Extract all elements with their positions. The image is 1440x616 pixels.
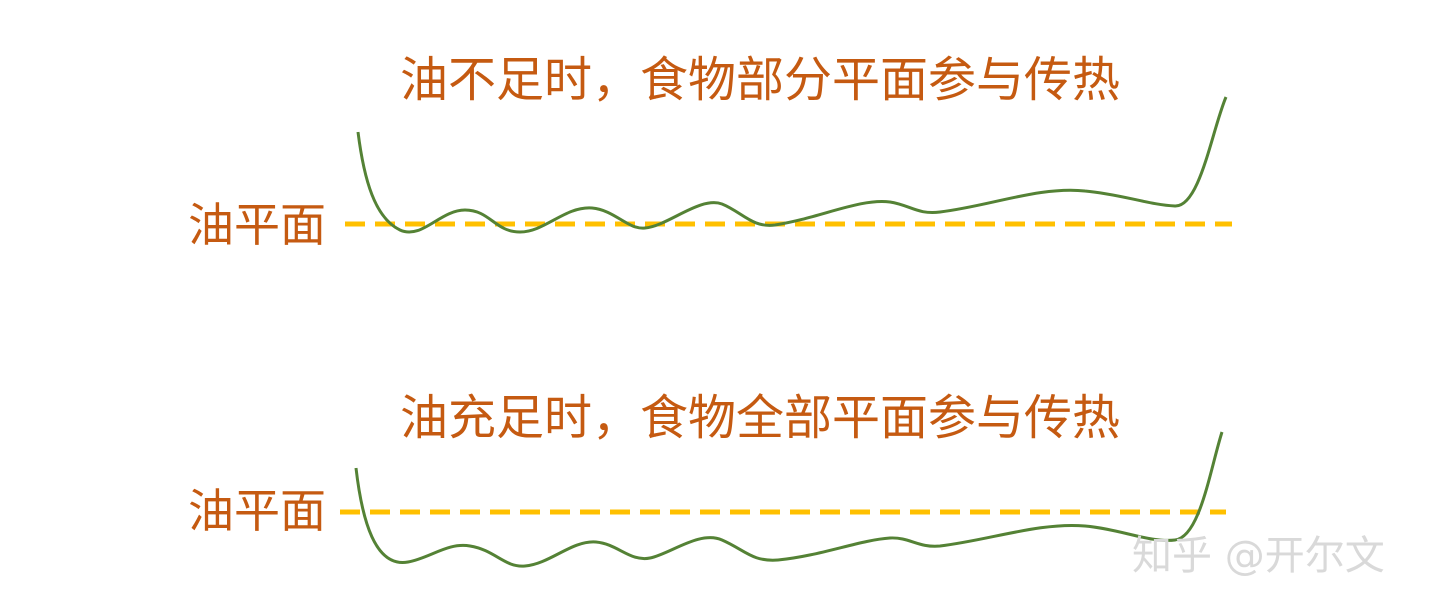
oil-level-label-top: 油平面 [188,198,326,252]
watermark: 知乎 @开尔文 [1132,533,1385,579]
food-surface-curve-top [356,96,1228,234]
food-surface-curve-bottom [354,431,1224,568]
caption-top: 油不足时，食物部分平面参与传热 [400,52,1121,108]
oil-level-label-bottom: 油平面 [188,484,326,538]
caption-bottom: 油充足时，食物全部平面参与传热 [400,390,1121,446]
